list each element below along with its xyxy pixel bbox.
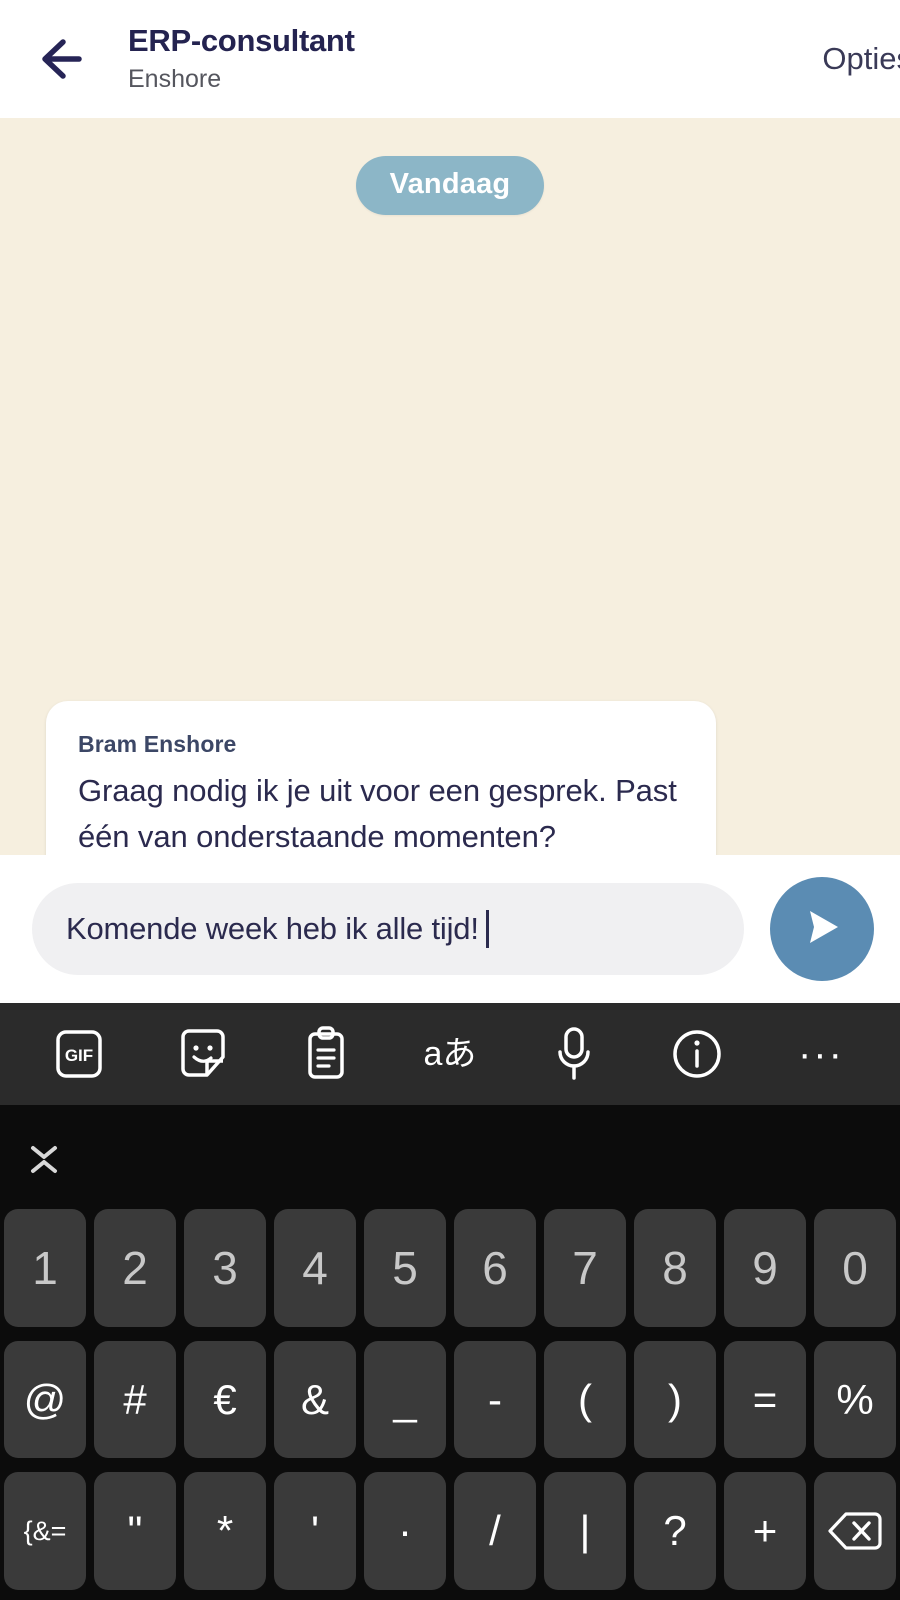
key-0[interactable]: 0 [814,1209,896,1327]
text-cursor [486,910,489,948]
date-divider-row: Vandaag [24,118,876,215]
message-text: Graag nodig ik je uit voor een gesprek. … [78,768,686,855]
key-pipe[interactable]: | [544,1472,626,1590]
sticker-icon[interactable] [172,1023,234,1085]
date-divider-badge: Vandaag [356,156,545,215]
message-input-value: Komende week heb ik alle tijd! [66,911,479,947]
collapse-chevrons-icon[interactable] [18,1131,70,1183]
key-paren-open[interactable]: ( [544,1341,626,1459]
app-header: ERP-consultant Enshore Opties [0,0,900,118]
key-6[interactable]: 6 [454,1209,536,1327]
gif-icon[interactable]: GIF [48,1023,110,1085]
key-ampersand[interactable]: & [274,1341,356,1459]
translate-icon-label: aあ [424,1037,477,1071]
arrow-left-icon [39,37,93,81]
key-symbol-switch[interactable]: {&= [4,1472,86,1590]
send-button[interactable] [770,877,874,981]
key-slash[interactable]: / [454,1472,536,1590]
symbol-row-1: @ # € & _ - ( ) = % [4,1341,896,1459]
message-bubble[interactable]: Bram Enshore Graag nodig ik je uit voor … [46,701,716,855]
more-options-label: ··· [798,1046,844,1062]
header-title-group: ERP-consultant Enshore [128,23,355,95]
message-input[interactable]: Komende week heb ik alle tijd! [32,883,744,975]
key-4[interactable]: 4 [274,1209,356,1327]
key-plus[interactable]: + [724,1472,806,1590]
key-quote-single[interactable]: ' [274,1472,356,1590]
key-hash[interactable]: # [94,1341,176,1459]
key-middot[interactable]: · [364,1472,446,1590]
message-sender: Bram Enshore [78,731,686,758]
key-5[interactable]: 5 [364,1209,446,1327]
key-3[interactable]: 3 [184,1209,266,1327]
key-7[interactable]: 7 [544,1209,626,1327]
chat-screen: ERP-consultant Enshore Opties Vandaag Br… [0,0,900,1600]
message-composer: Komende week heb ik alle tijd! [0,855,900,1003]
on-screen-keyboard: GIF [0,1003,900,1600]
key-backspace[interactable] [814,1472,896,1590]
svg-text:GIF: GIF [65,1046,93,1065]
more-options-icon[interactable]: ··· [790,1023,852,1085]
page-subtitle: Enshore [128,63,355,96]
page-title: ERP-consultant [128,23,355,60]
key-asterisk[interactable]: * [184,1472,266,1590]
keyboard-key-rows: 1 2 3 4 5 6 7 8 9 0 @ # € & _ - ( ) = [0,1209,900,1600]
key-2[interactable]: 2 [94,1209,176,1327]
send-icon [796,901,848,958]
backspace-icon [827,1510,883,1552]
translate-icon[interactable]: aあ [419,1023,481,1085]
microphone-icon[interactable] [543,1023,605,1085]
key-underscore[interactable]: _ [364,1341,446,1459]
key-quote-double[interactable]: " [94,1472,176,1590]
keyboard-toolbar: GIF [0,1003,900,1105]
key-question[interactable]: ? [634,1472,716,1590]
number-row: 1 2 3 4 5 6 7 8 9 0 [4,1209,896,1327]
key-hyphen[interactable]: - [454,1341,536,1459]
key-percent[interactable]: % [814,1341,896,1459]
message-row: Bram Enshore Graag nodig ik je uit voor … [46,701,716,855]
key-at[interactable]: @ [4,1341,86,1459]
key-9[interactable]: 9 [724,1209,806,1327]
info-icon[interactable] [666,1023,728,1085]
key-euro[interactable]: € [184,1341,266,1459]
keyboard-suggestion-strip [0,1105,900,1209]
key-paren-close[interactable]: ) [634,1341,716,1459]
symbol-row-2: {&= " * ' · / | ? + [4,1472,896,1590]
clipboard-icon[interactable] [295,1023,357,1085]
key-1[interactable]: 1 [4,1209,86,1327]
message-list: Vandaag Bram Enshore Graag nodig ik je u… [0,118,900,855]
key-8[interactable]: 8 [634,1209,716,1327]
back-button[interactable] [30,23,102,95]
options-button[interactable]: Opties [822,41,900,77]
key-equals[interactable]: = [724,1341,806,1459]
